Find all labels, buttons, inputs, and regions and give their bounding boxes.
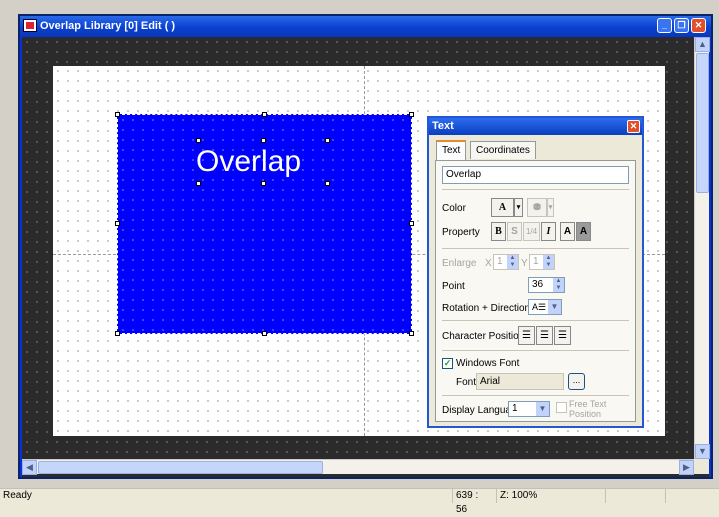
chevron-down-icon[interactable]: ▼	[536, 402, 549, 416]
text-handle[interactable]	[261, 181, 266, 186]
window-title: Overlap Library [0] Edit ( )	[40, 20, 176, 32]
enlarge-y-value: 1	[533, 256, 539, 267]
font-label: Font	[456, 377, 477, 388]
status-cell	[665, 489, 719, 503]
status-bar: Ready 639 : 56 Z: 100%	[0, 488, 719, 515]
text-input[interactable]: Overlap	[442, 166, 629, 184]
display-language-select[interactable]: 1 ▼	[508, 401, 550, 417]
shadow-button: S	[507, 222, 522, 241]
text-handle[interactable]	[196, 138, 201, 143]
align-right-icon[interactable]: ☰	[554, 326, 571, 345]
enlarge-y-spinner: 1 ▲ ▼	[529, 254, 555, 270]
status-text: Ready	[3, 490, 32, 501]
windows-font-checkbox[interactable]: ✓	[442, 358, 453, 369]
divider	[442, 189, 629, 190]
resize-handle-se[interactable]	[409, 331, 414, 336]
vertical-scroll-thumb[interactable]	[696, 53, 709, 193]
text-properties-panel: Text ✕ Text Coordinates Overlap Color A	[427, 116, 644, 428]
text-color-dropdown-icon[interactable]: ▾	[514, 198, 523, 217]
point-spinner[interactable]: 36 ▲ ▼	[528, 277, 565, 293]
cursor-coordinates: 639 : 56	[452, 489, 492, 515]
divider	[442, 395, 629, 396]
enlarge-x-value: 1	[497, 256, 503, 267]
resize-handle-nw[interactable]	[115, 112, 120, 117]
tab-content: Overlap Color A ▾ ⛃ ▾ Property B S 1/4 I	[435, 160, 636, 422]
enlarge-x-spinner: 1 ▲ ▼	[493, 254, 519, 270]
enlarge-x-label: X	[485, 258, 492, 269]
free-text-position-label: Free Text Position	[569, 399, 607, 419]
vertical-scrollbar[interactable]: ▲ ▼	[694, 37, 710, 459]
app-icon	[23, 19, 37, 32]
panel-title: Text	[432, 120, 454, 132]
rotation-direction-select[interactable]: A☰ ▼	[528, 299, 562, 315]
outline-button[interactable]: A	[560, 222, 575, 241]
scroll-up-icon[interactable]: ▲	[695, 37, 710, 52]
editor-client-area: Overlap Text ✕ Text Coordinates Overlap …	[22, 37, 710, 477]
reverse-button[interactable]: A	[576, 222, 591, 241]
font-field[interactable]: Arial	[476, 373, 564, 390]
point-label: Point	[442, 281, 465, 292]
text-handle[interactable]	[196, 181, 201, 186]
resize-grip[interactable]	[694, 459, 709, 474]
restore-button[interactable]: ❐	[674, 18, 689, 33]
spin-arrows-icon: ▲ ▼	[507, 255, 518, 269]
close-button[interactable]: ✕	[691, 18, 706, 33]
text-handle[interactable]	[261, 138, 266, 143]
divider	[442, 320, 629, 321]
text-direction-icon: A☰	[532, 302, 547, 312]
tab-coordinates[interactable]: Coordinates	[470, 141, 536, 159]
resize-handle-ne[interactable]	[409, 112, 414, 117]
scroll-left-icon[interactable]: ◀	[22, 460, 37, 475]
resize-handle-s[interactable]	[262, 331, 267, 336]
tab-text[interactable]: Text	[436, 140, 467, 160]
scroll-right-icon[interactable]: ▶	[679, 460, 694, 475]
resize-handle-e[interactable]	[409, 221, 414, 226]
rotation-direction-label: Rotation + Direction	[442, 303, 531, 314]
text-color-icon[interactable]: A	[491, 198, 514, 217]
chevron-down-icon[interactable]: ▼	[548, 300, 561, 314]
minimize-button[interactable]: _	[657, 18, 672, 33]
window-titlebar[interactable]: Overlap Library [0] Edit ( ) _ ❐ ✕	[20, 16, 711, 36]
text-handle[interactable]	[325, 138, 330, 143]
drawing-canvas[interactable]: Overlap Text ✕ Text Coordinates Overlap …	[22, 37, 694, 459]
panel-titlebar[interactable]: Text ✕	[429, 118, 642, 135]
color-label: Color	[442, 203, 466, 214]
enlarge-y-label: Y	[521, 258, 528, 269]
status-cell	[605, 489, 665, 503]
editor-window: Overlap Library [0] Edit ( ) _ ❐ ✕ Overl…	[18, 14, 713, 479]
italic-button[interactable]: I	[541, 222, 556, 241]
display-language-value: 1	[512, 403, 518, 414]
bold-button[interactable]: B	[491, 222, 506, 241]
zoom-level: Z: 100%	[496, 489, 556, 503]
divider	[442, 350, 629, 351]
text-handle[interactable]	[325, 181, 330, 186]
scroll-down-icon[interactable]: ▼	[695, 444, 710, 459]
application: Overlap Library [0] Edit ( ) _ ❐ ✕ Overl…	[0, 0, 719, 515]
windows-font-label: Windows Font	[456, 358, 520, 369]
font-browse-button[interactable]: ...	[568, 373, 585, 390]
mdi-workspace: Overlap Library [0] Edit ( ) _ ❐ ✕ Overl…	[0, 0, 719, 488]
quarter-size-button: 1/4	[523, 222, 540, 241]
resize-handle-sw[interactable]	[115, 331, 120, 336]
horizontal-scroll-thumb[interactable]	[38, 461, 323, 474]
divider	[442, 248, 629, 249]
resize-handle-n[interactable]	[262, 112, 267, 117]
back-color-icon: ⛃	[527, 198, 547, 217]
back-color-dropdown-icon: ▾	[547, 198, 554, 217]
panel-close-icon[interactable]: ✕	[627, 120, 640, 133]
overlap-text[interactable]: Overlap	[196, 145, 301, 179]
resize-handle-w[interactable]	[115, 221, 120, 226]
spin-arrows-icon[interactable]: ▲ ▼	[553, 278, 564, 292]
free-text-position-checkbox	[556, 402, 567, 413]
enlarge-label: Enlarge	[442, 258, 477, 269]
align-left-icon[interactable]: ☰	[518, 326, 535, 345]
spin-arrows-icon: ▲ ▼	[543, 255, 554, 269]
point-value: 36	[532, 279, 544, 290]
horizontal-scrollbar[interactable]: ◀ ▶	[22, 459, 694, 475]
overlap-object[interactable]: Overlap	[117, 114, 412, 334]
property-label: Property	[442, 227, 480, 238]
character-position-label: Character Position	[442, 331, 525, 342]
align-center-icon[interactable]: ☰	[536, 326, 553, 345]
